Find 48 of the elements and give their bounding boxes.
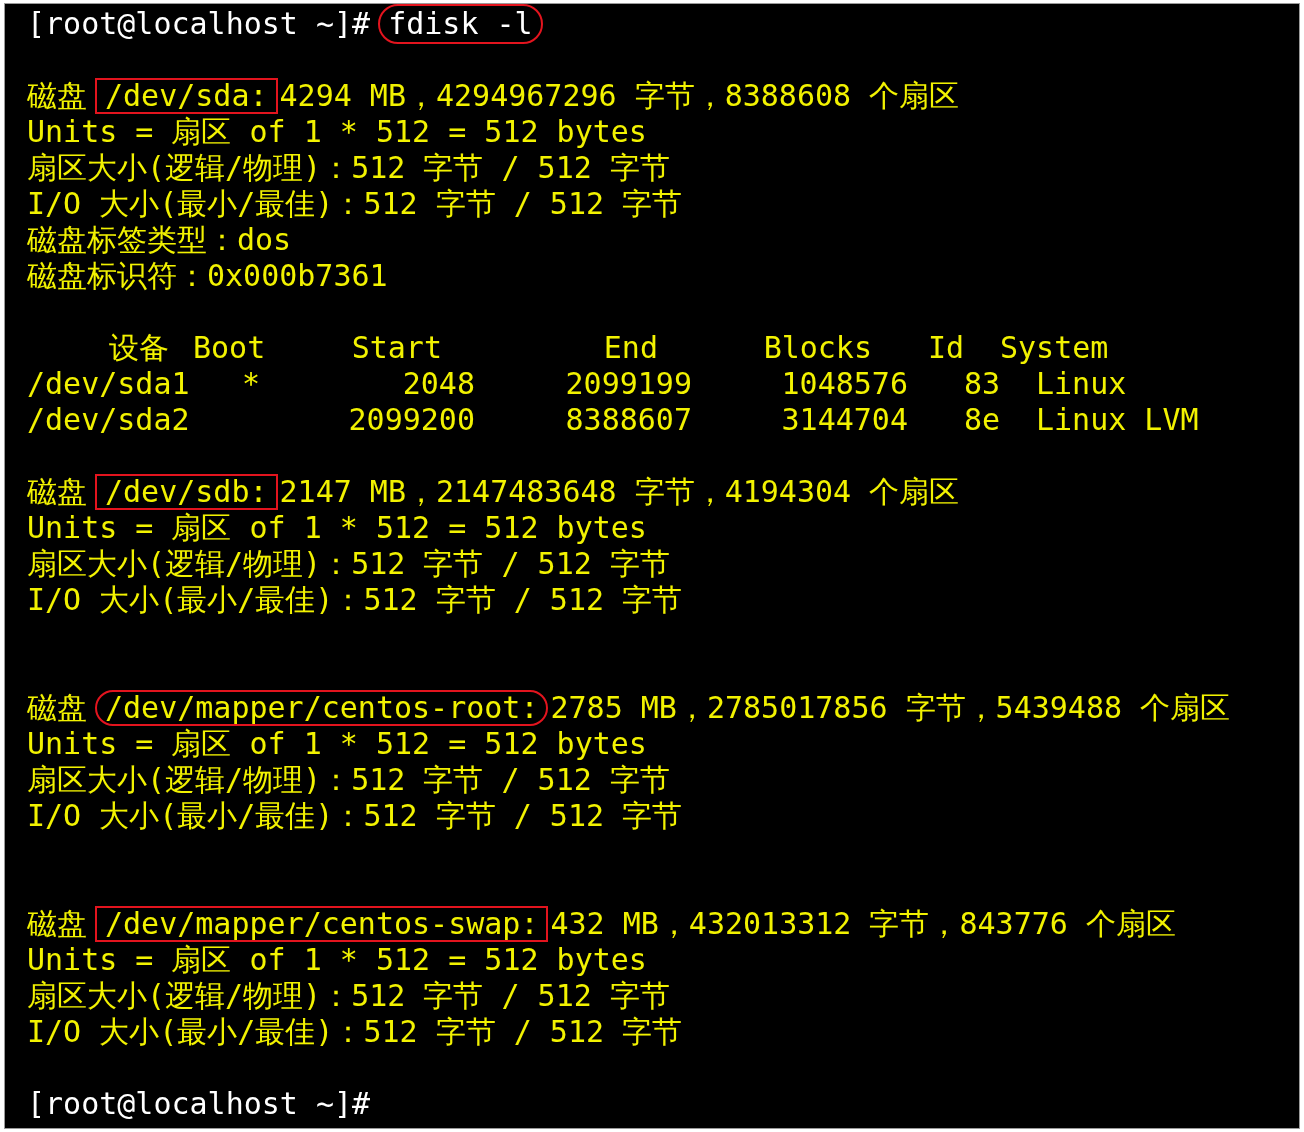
table-cell-text: 2099200 (347, 402, 475, 438)
disk-info: 2785 MB，2785017856 字节，5439488 个扇区 (550, 690, 1231, 726)
table-cell-text: 2048 (401, 366, 475, 402)
table-cell-text: 2099199 (564, 366, 692, 402)
disk-label: 磁盘 (27, 474, 87, 510)
disk-info: 4294 MB，4294967296 字节，8388608 个扇区 (279, 78, 960, 114)
disk-info: 2147 MB，2147483648 字节，4194304 个扇区 (279, 474, 960, 510)
column-header: Id (927, 330, 966, 366)
table-cell-text: * (240, 366, 260, 402)
output-line: I/O 大小(最小/最佳)：512 字节 / 512 字节 (27, 186, 683, 222)
table-cell-text: 8388607 (564, 402, 692, 438)
device-path: /dev/mapper/centos-swap: (95, 906, 549, 942)
table-cell-text: 3144704 (780, 402, 908, 438)
output-line: I/O 大小(最小/最佳)：512 字节 / 512 字节 (27, 1014, 683, 1050)
output-line: 扇区大小(逻辑/物理)：512 字节 / 512 字节 (27, 150, 670, 186)
output-line: 扇区大小(逻辑/物理)：512 字节 / 512 字节 (27, 546, 670, 582)
column-header: 设备 (108, 330, 170, 366)
table-cell-text: 83 (963, 366, 1000, 402)
output-line: Units = 扇区 of 1 * 512 = 512 bytes (27, 114, 647, 150)
column-header: End (602, 330, 659, 366)
table-cell-text: 1048576 (780, 366, 908, 402)
output-line: 磁盘标签类型：dos (27, 222, 292, 258)
prompt-text: [root@localhost ~]# (27, 6, 371, 42)
column-header: Blocks (762, 330, 873, 366)
command-text: fdisk -l (378, 4, 543, 44)
disk-label: 磁盘 (27, 78, 87, 114)
table-cell-text: Linux (1035, 366, 1128, 402)
table-cell-text: Linux LVM (1035, 402, 1200, 438)
prompt-text: [root@localhost ~]# (27, 1086, 371, 1122)
output-line: Units = 扇区 of 1 * 512 = 512 bytes (27, 510, 647, 546)
column-header: Start (350, 330, 443, 366)
device-path: /dev/sda: (95, 78, 278, 114)
table-cell-text: 8e (963, 402, 1000, 438)
table-cell-text: /dev/sda2 (27, 402, 191, 438)
disk-info: 432 MB，432013312 字节，843776 个扇区 (550, 906, 1176, 942)
output-line: 扇区大小(逻辑/物理)：512 字节 / 512 字节 (27, 762, 670, 798)
output-line: I/O 大小(最小/最佳)：512 字节 / 512 字节 (27, 582, 683, 618)
output-line: I/O 大小(最小/最佳)：512 字节 / 512 字节 (27, 798, 683, 834)
column-header: System (1000, 330, 1110, 366)
disk-label: 磁盘 (27, 690, 87, 726)
output-line: 扇区大小(逻辑/物理)：512 字节 / 512 字节 (27, 978, 670, 1014)
table-cell-text: /dev/sda1 (27, 366, 191, 402)
device-path: /dev/mapper/centos-root: (95, 690, 549, 726)
output-line: 磁盘标识符：0x000b7361 (27, 258, 388, 294)
output-line: Units = 扇区 of 1 * 512 = 512 bytes (27, 942, 647, 978)
disk-label: 磁盘 (27, 906, 87, 942)
device-path: /dev/sdb: (95, 474, 278, 510)
output-line: Units = 扇区 of 1 * 512 = 512 bytes (27, 726, 647, 762)
